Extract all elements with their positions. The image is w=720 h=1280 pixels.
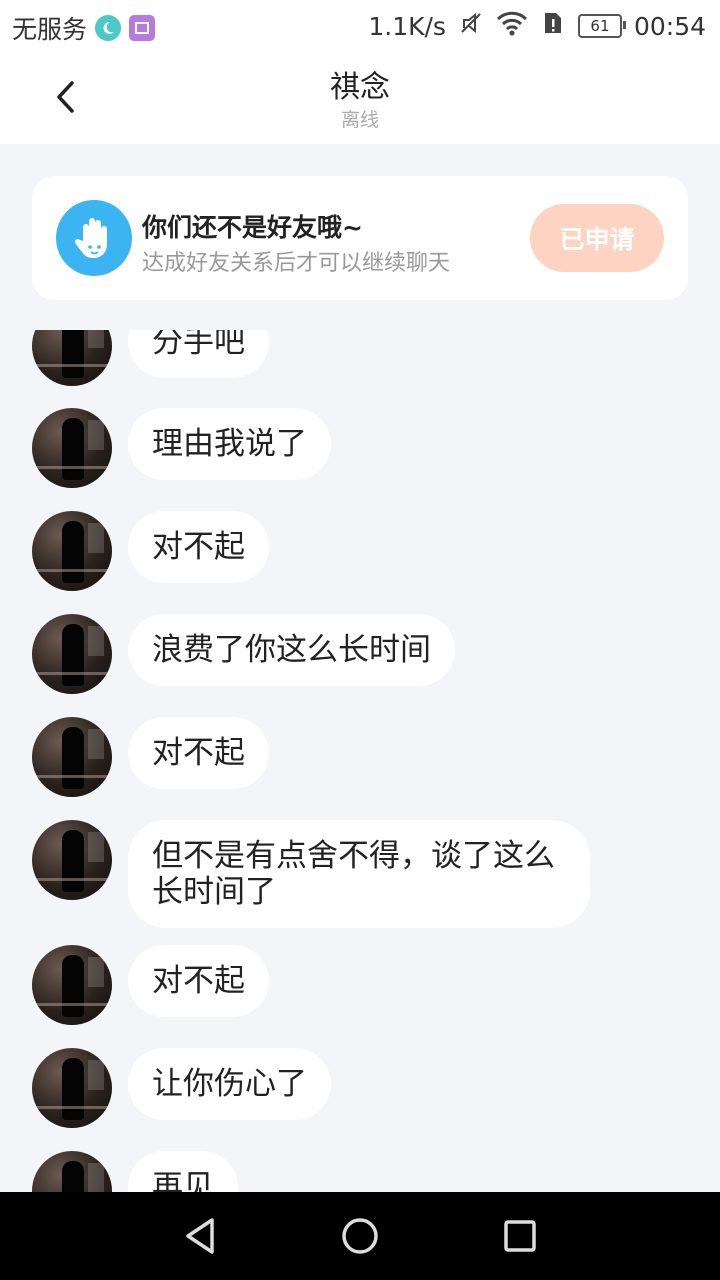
message-bubble[interactable]: 对不起 (128, 511, 269, 583)
contact-name: 祺念 (330, 70, 390, 105)
avatar[interactable] (32, 408, 112, 488)
nav-back-button[interactable] (178, 1214, 222, 1258)
applied-button[interactable]: 已申请 (530, 204, 664, 272)
avatar[interactable] (32, 820, 112, 900)
message-bubble[interactable]: 分手吧 (128, 330, 269, 378)
avatar[interactable] (32, 717, 112, 797)
message-list[interactable]: 分手吧 理由我说了 对不起 浪费了你这么长时间 对不起 但不是有点舍不得，谈了这… (0, 330, 720, 1192)
nav-recents-button[interactable] (498, 1214, 542, 1258)
message-bubble[interactable]: 对不起 (128, 717, 269, 789)
gallery-app-icon (129, 15, 156, 41)
avatar[interactable] (32, 1151, 112, 1192)
status-bar: 无服务 1.1K/s 61 00:54 (0, 0, 720, 50)
avatar[interactable] (32, 614, 112, 694)
message-bubble[interactable]: 让你伤心了 (128, 1048, 331, 1120)
moon-app-icon (95, 15, 122, 41)
avatar[interactable] (32, 511, 112, 591)
circle-home-icon (342, 1218, 378, 1254)
banner-description: 达成好友关系后才可以继续聊天 (142, 251, 451, 276)
chat-header: 祺念 离线 (0, 50, 720, 144)
square-recents-icon (504, 1220, 536, 1252)
banner-title: 你们还不是好友哦~ (142, 213, 363, 242)
mute-icon (458, 10, 484, 42)
message-bubble[interactable]: 再见 (128, 1151, 238, 1192)
message-bubble[interactable]: 对不起 (128, 945, 269, 1017)
not-friends-banner: 你们还不是好友哦~ 达成好友关系后才可以继续聊天 已申请 (32, 176, 688, 300)
carrier-text: 无服务 (12, 15, 88, 44)
battery-icon: 61 (577, 14, 626, 38)
message-bubble[interactable]: 理由我说了 (128, 408, 331, 480)
wifi-icon (496, 10, 528, 42)
network-speed: 1.1K/s (368, 11, 446, 41)
avatar[interactable] (32, 1048, 112, 1128)
sim-alert-icon (540, 10, 566, 42)
hand-icon (56, 200, 132, 276)
clock: 00:54 (633, 11, 706, 41)
system-nav-bar (0, 1192, 720, 1280)
avatar[interactable] (32, 330, 112, 386)
avatar[interactable] (32, 945, 112, 1025)
online-status: 离线 (340, 109, 379, 131)
nav-home-button[interactable] (338, 1214, 382, 1258)
message-bubble[interactable]: 但不是有点舍不得，谈了这么长时间了 (128, 820, 590, 928)
triangle-back-icon (186, 1218, 214, 1254)
message-bubble[interactable]: 浪费了你这么长时间 (128, 614, 455, 686)
